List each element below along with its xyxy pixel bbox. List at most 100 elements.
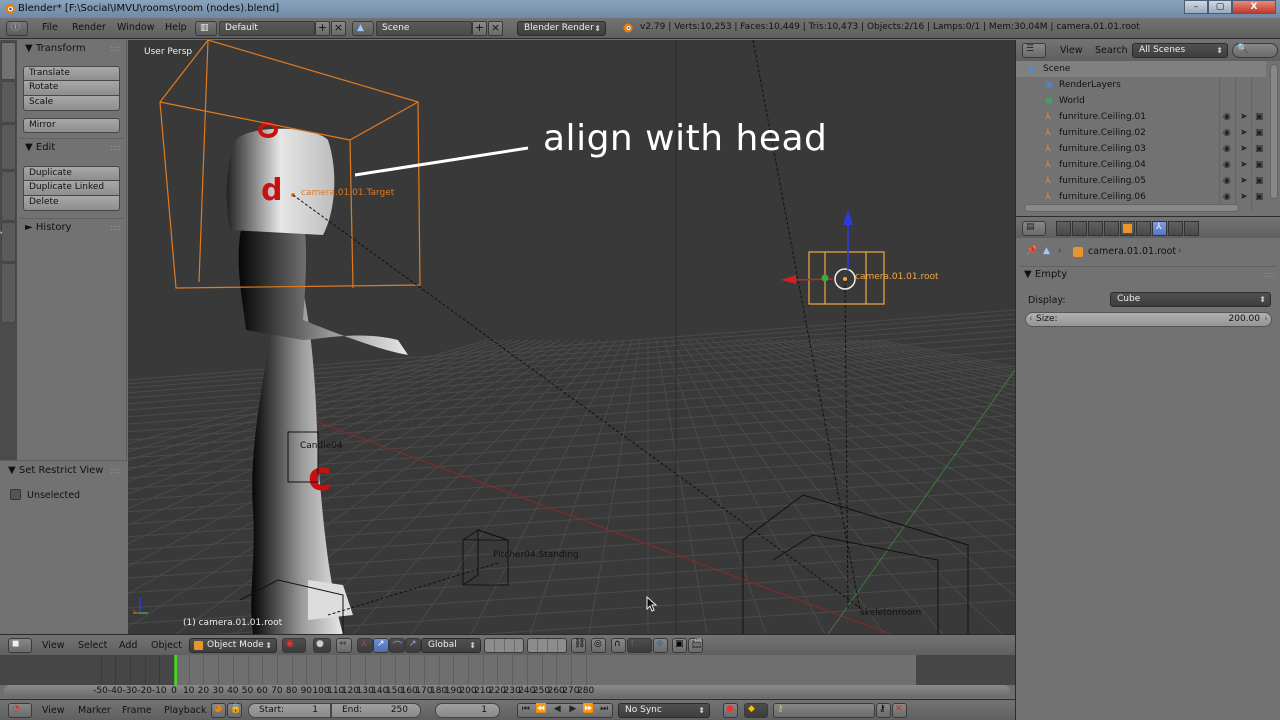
proportional-edit-button[interactable]: ◎ — [591, 638, 606, 653]
tab-render-layers[interactable] — [1072, 221, 1087, 236]
outliner-item[interactable]: ⅄ furniture.Ceiling.03 ◉ ➤ ▣ — [1016, 141, 1266, 157]
eye-icon[interactable]: ◉ — [1223, 189, 1231, 205]
cursor-select-icon[interactable]: ➤ — [1240, 125, 1248, 141]
tab-physics[interactable] — [1184, 221, 1199, 236]
drag-grip-icon[interactable]: :::: — [110, 462, 121, 480]
tab-object-data[interactable]: ⅄ — [1152, 221, 1167, 236]
outliner-menu-view[interactable]: View — [1060, 45, 1083, 56]
outliner-item[interactable]: ▲ Scene — [1016, 61, 1266, 77]
size-field[interactable]: ‹ Size: 200.00 › — [1025, 312, 1272, 327]
menu-view[interactable]: View — [42, 640, 65, 651]
eye-icon[interactable]: ◉ — [1223, 173, 1231, 189]
history-panel-header[interactable]: ► History :::: — [17, 219, 127, 237]
eye-icon[interactable]: ◉ — [1223, 125, 1231, 141]
eye-icon[interactable]: ◉ — [1223, 141, 1231, 157]
scene-field[interactable]: Scene — [376, 21, 472, 36]
translate-manipulator-button[interactable]: ↗ — [373, 638, 389, 653]
auto-keying-button[interactable]: ● — [723, 703, 738, 718]
drag-grip-icon[interactable]: :::: — [1264, 266, 1275, 284]
timeline[interactable]: -50 -40 -30 -20 -10 0 10 20 30 40 50 60 70 80 90 100 110… — [0, 655, 1015, 698]
play-reverse-icon[interactable]: ◀ — [549, 704, 565, 717]
outliner-item[interactable]: ▣ RenderLayers — [1016, 77, 1266, 93]
menu-render[interactable]: Render — [72, 22, 106, 33]
orientation-dropdown[interactable]: Global — [421, 638, 481, 653]
tab-grease-pencil[interactable]: Grease Pencil — [0, 248, 16, 323]
tab-render[interactable] — [1056, 221, 1071, 236]
editor-type-timeline-button[interactable]: ◔ — [8, 703, 32, 718]
preview-range-button[interactable]: ◕ — [211, 703, 226, 718]
cursor-select-icon[interactable]: ➤ — [1240, 109, 1248, 125]
outliner-item[interactable]: ⅄ furniture.Ceiling.04 ◉ ➤ ▣ — [1016, 157, 1266, 173]
tab-relations[interactable]: Relations — [0, 114, 16, 170]
cursor-select-icon[interactable]: ➤ — [1240, 173, 1248, 189]
drag-grip-icon[interactable]: :::: — [110, 219, 121, 237]
outliner-item[interactable]: ⅄ funriture.Ceiling.01 ◉ ➤ ▣ — [1016, 109, 1266, 125]
lock-layers-button[interactable]: ⛓ — [571, 638, 586, 653]
editor-type-outliner-button[interactable]: ☰ — [1022, 43, 1046, 58]
menu-playback[interactable]: Playback — [164, 705, 206, 716]
outliner-vertical-scrollbar[interactable] — [1270, 64, 1278, 199]
outliner-item[interactable]: ⅄ furniture.Ceiling.02 ◉ ➤ ▣ — [1016, 125, 1266, 141]
timeline-area[interactable] — [0, 655, 1015, 685]
add-layout-button[interactable]: + — [315, 21, 330, 36]
snap-target-button[interactable]: ⊕ — [653, 638, 668, 653]
menu-add[interactable]: Add — [119, 640, 137, 651]
tab-object[interactable] — [1120, 221, 1135, 236]
outliner-item[interactable]: ⅄ furniture.Ceiling.05 ◉ ➤ ▣ — [1016, 173, 1266, 189]
3d-viewport[interactable]: d c User Persp camera.01.01.Target camer… — [128, 40, 1015, 634]
tab-animation[interactable]: Animation — [0, 161, 16, 221]
delete-keyframe-button[interactable]: ✕ — [892, 703, 907, 718]
layers-group-2[interactable] — [527, 638, 567, 653]
outliner-item[interactable]: ● World — [1016, 93, 1266, 109]
empty-panel-header[interactable]: ▼ Empty :::: — [1016, 266, 1280, 284]
play-icon[interactable]: ▶ — [565, 704, 581, 717]
tab-create[interactable]: Create — [0, 78, 16, 123]
remove-scene-button[interactable]: × — [488, 21, 503, 36]
jump-keyframe-back-icon[interactable]: ⏪ — [534, 704, 550, 717]
start-frame-field[interactable]: Start: 1 — [248, 703, 331, 718]
render-camera-icon[interactable]: ▣ — [1255, 157, 1264, 173]
close-button[interactable]: X — [1232, 0, 1276, 14]
menu-frame[interactable]: Frame — [122, 705, 152, 716]
render-engine-dropdown[interactable]: Blender Render — [517, 21, 606, 36]
editor-type-3d-button[interactable]: ◼ — [8, 638, 32, 653]
outliner-display-mode-dropdown[interactable]: All Scenes — [1132, 43, 1228, 58]
keying-set-field[interactable]: ⚷ — [773, 703, 875, 718]
opengl-render-image-button[interactable]: ▣ — [672, 638, 687, 653]
outliner-menu-search[interactable]: Search — [1095, 45, 1128, 56]
render-camera-icon[interactable]: ▣ — [1255, 141, 1264, 157]
rotate-button[interactable]: Rotate — [23, 81, 120, 96]
pivot-point-button[interactable]: ● — [313, 638, 331, 653]
mirror-button[interactable]: Mirror — [23, 118, 120, 133]
tab-tools[interactable]: Tools — [0, 42, 16, 80]
rotate-manipulator-button[interactable]: ⌒ — [389, 638, 405, 653]
outliner-item[interactable]: ⅄ furniture.Ceiling.06 ◉ ➤ ▣ — [1016, 189, 1266, 205]
transform-panel-header[interactable]: ▼ Transform :::: — [17, 40, 127, 58]
menu-window[interactable]: Window — [117, 22, 154, 33]
insert-keyframe-button[interactable]: ⚷ — [876, 703, 891, 718]
tab-physics[interactable]: Physics — [0, 214, 16, 262]
eye-icon[interactable]: ◉ — [1223, 109, 1231, 125]
duplicate-linked-button[interactable]: Duplicate Linked — [23, 181, 120, 196]
outliner-search-field[interactable]: 🔍 — [1232, 43, 1278, 58]
menu-file[interactable]: File — [42, 22, 58, 33]
increment-arrow-icon[interactable]: › — [1264, 313, 1268, 326]
cursor-select-icon[interactable]: ➤ — [1240, 157, 1248, 173]
minimize-button[interactable]: – — [1184, 0, 1208, 14]
jump-keyframe-forward-icon[interactable]: ⏩ — [581, 704, 597, 717]
eye-icon[interactable]: ◉ — [1223, 157, 1231, 173]
maximize-button[interactable]: ▢ — [1208, 0, 1232, 14]
jump-end-icon[interactable]: ⏭ — [596, 704, 612, 717]
decrement-arrow-icon[interactable]: ‹ — [1029, 313, 1033, 326]
add-scene-button[interactable]: + — [472, 21, 487, 36]
tab-constraints[interactable] — [1136, 221, 1151, 236]
screen-layout-button[interactable]: ▥ — [195, 21, 217, 36]
tab-world[interactable] — [1104, 221, 1119, 236]
scale-manipulator-button[interactable]: ↗ — [405, 638, 421, 653]
snap-element-dropdown[interactable]: ⫶ — [627, 638, 652, 653]
outliner-horizontal-scrollbar[interactable] — [1024, 204, 1239, 212]
snap-toggle-button[interactable]: ∩ — [611, 638, 626, 653]
drag-grip-icon[interactable]: :::: — [110, 139, 121, 157]
display-type-dropdown[interactable]: Cube — [1110, 292, 1271, 307]
mode-dropdown[interactable]: Object Mode — [189, 638, 277, 653]
